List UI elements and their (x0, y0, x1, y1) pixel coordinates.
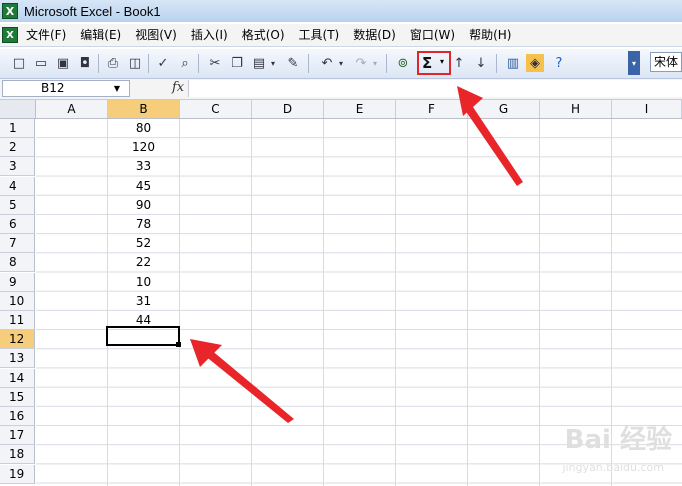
cell-b9[interactable]: 10 (108, 273, 179, 292)
row-header-selected[interactable]: 12 (0, 330, 35, 350)
column-header-b[interactable]: B (108, 100, 180, 118)
cell-b4[interactable]: 45 (108, 177, 179, 196)
row-header[interactable]: 16 (0, 407, 35, 426)
column-header-i[interactable]: I (612, 100, 682, 118)
undo-dropdown-icon[interactable]: ▾ (336, 54, 346, 72)
cell-b2[interactable]: 120 (108, 138, 179, 157)
excel-app-icon: X (2, 3, 18, 19)
row-header[interactable]: 19 (0, 464, 35, 484)
title-bar: X Microsoft Excel - Book1 (0, 0, 682, 22)
print-preview-icon[interactable]: ◫ (126, 54, 144, 72)
row-header[interactable]: 1 (0, 119, 35, 138)
toolbar-divider (148, 54, 149, 73)
row-header[interactable]: 8 (0, 253, 35, 273)
toolbar-divider (496, 54, 497, 73)
sort-descending-icon[interactable]: ↓ (472, 54, 490, 72)
row-header[interactable]: 10 (0, 291, 35, 311)
cell-b3[interactable]: 33 (108, 157, 179, 176)
new-file-icon[interactable]: □ (10, 54, 28, 72)
menu-bar: X 文件(F) 编辑(E) 视图(V) 插入(I) 格式(O) 工具(T) 数据… (0, 24, 682, 47)
cut-icon[interactable]: ✂ (206, 54, 224, 72)
active-cell-b12[interactable] (106, 326, 180, 346)
redo-dropdown-icon[interactable]: ▾ (370, 54, 380, 72)
row-header[interactable]: 7 (0, 234, 35, 254)
row-header[interactable]: 14 (0, 368, 35, 388)
row-header[interactable]: 13 (0, 349, 35, 369)
autosum-button[interactable]: Σ (422, 54, 432, 72)
redo-icon[interactable]: ↷ (352, 54, 370, 72)
annotation-arrow-autosum (457, 86, 523, 186)
toolbar-divider (198, 54, 199, 73)
cell-b6[interactable]: 78 (108, 215, 179, 234)
column-header-a[interactable]: A (36, 100, 108, 118)
watermark-url: jingyan.baidu.com (562, 461, 664, 474)
save-icon[interactable]: ▣ (54, 54, 72, 72)
menu-tools[interactable]: 工具(T) (292, 25, 347, 45)
spelling-icon[interactable]: ✓ (154, 54, 172, 72)
row-header[interactable]: 9 (0, 272, 35, 292)
help-icon[interactable]: ? (550, 54, 568, 72)
menu-data[interactable]: 数据(D) (346, 25, 403, 45)
open-folder-icon[interactable]: ▭ (32, 54, 50, 72)
row-header[interactable]: 3 (0, 157, 35, 177)
drawing-icon[interactable]: ◈ (526, 54, 544, 72)
format-painter-icon[interactable]: ✎ (284, 54, 302, 72)
annotation-arrow-cell (190, 339, 294, 423)
copy-icon[interactable]: ❐ (228, 54, 246, 72)
chart-wizard-icon[interactable]: ▥ (504, 54, 522, 72)
menu-file[interactable]: 文件(F) (24, 25, 73, 45)
column-header-h[interactable]: H (540, 100, 612, 118)
permission-icon[interactable]: ◘ (76, 54, 94, 72)
cell-b8[interactable]: 22 (108, 253, 179, 272)
font-name-select[interactable]: 宋体 (650, 52, 682, 72)
row-header[interactable]: 4 (0, 176, 35, 196)
row-header[interactable]: 11 (0, 311, 35, 330)
column-headers: A B C D E F G H I (0, 100, 682, 119)
select-all-corner[interactable] (0, 100, 36, 118)
menu-edit[interactable]: 编辑(E) (73, 25, 128, 45)
name-box-dropdown-icon[interactable]: ▼ (108, 81, 126, 96)
row-header[interactable]: 18 (0, 445, 35, 465)
toolbar-divider (308, 54, 309, 73)
column-header-e[interactable]: E (324, 100, 396, 118)
print-icon[interactable]: ⎙ (104, 54, 122, 72)
menu-insert[interactable]: 插入(I) (184, 25, 235, 45)
formula-bar: B12 ▼ fx (0, 79, 682, 100)
menu-help[interactable]: 帮助(H) (462, 25, 518, 45)
undo-icon[interactable]: ↶ (318, 54, 336, 72)
paste-icon[interactable]: ▤ (250, 54, 268, 72)
row-header[interactable]: 5 (0, 195, 35, 215)
standard-toolbar: □ ▭ ▣ ◘ ⎙ ◫ ✓ ⌕ ✂ ❐ ▤ ▾ ✎ ↶ ▾ ↷ ▾ ⊚ ↑ ↓ … (0, 49, 682, 79)
paste-dropdown-icon[interactable]: ▾ (268, 54, 278, 72)
fill-handle[interactable] (176, 342, 181, 347)
hyperlink-icon[interactable]: ⊚ (394, 54, 412, 72)
row-header[interactable]: 15 (0, 387, 35, 407)
menu-window[interactable]: 窗口(W) (403, 25, 462, 45)
row-header[interactable]: 17 (0, 426, 35, 446)
toolbar-options-icon[interactable]: ▾ (628, 51, 640, 75)
cell-b10[interactable]: 31 (108, 292, 179, 311)
sort-ascending-icon[interactable]: ↑ (450, 54, 468, 72)
cell-b5[interactable]: 90 (108, 196, 179, 215)
menu-format[interactable]: 格式(O) (235, 25, 292, 45)
column-header-d[interactable]: D (252, 100, 324, 118)
cell-b7[interactable]: 52 (108, 234, 179, 253)
excel-menu-icon[interactable]: X (2, 27, 18, 43)
autosum-dropdown-icon[interactable]: ▾ (440, 57, 444, 66)
menu-view[interactable]: 视图(V) (128, 25, 184, 45)
watermark-logo: Bai 经验 (564, 425, 672, 455)
row-header[interactable]: 6 (0, 215, 35, 234)
formula-input[interactable] (188, 80, 682, 97)
research-icon[interactable]: ⌕ (176, 54, 194, 72)
cell-b1[interactable]: 80 (108, 119, 179, 138)
toolbar-divider (386, 54, 387, 73)
insert-function-icon[interactable]: fx (172, 80, 184, 95)
toolbar-divider (98, 54, 99, 73)
row-header[interactable]: 2 (0, 138, 35, 158)
window-title: Microsoft Excel - Book1 (24, 3, 161, 19)
column-header-c[interactable]: C (180, 100, 252, 118)
